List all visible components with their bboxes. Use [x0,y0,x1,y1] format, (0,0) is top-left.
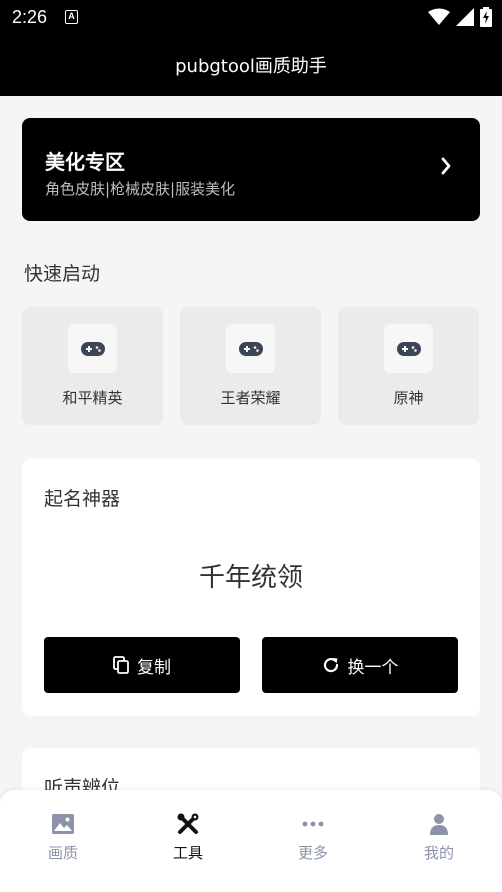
game-icon-box [384,324,433,373]
beauty-zone-card[interactable]: 美化专区 角色皮肤|枪械皮肤|服装美化 [22,118,480,221]
tab-label: 工具 [172,844,203,862]
gamepad-icon [238,341,263,356]
game-label: 和平精英 [62,389,123,407]
tab-label: 画质 [47,844,78,862]
game-tile-genshin[interactable]: 原神 [338,307,479,425]
image-icon [52,814,74,834]
game-label: 王者荣耀 [220,389,281,407]
refresh-icon [323,657,338,673]
status-bar: 2:26 A [0,0,502,34]
tab-profile[interactable]: 我的 [399,812,479,863]
name-generator-card: 起名神器 千年统领 复制 换一个 [22,459,480,716]
tab-label: 我的 [423,844,454,862]
name-generator-title: 起名神器 [44,488,121,510]
tools-icon [177,813,199,834]
bottom-tab-bar: 画质 工具 更多 我的 [0,790,502,892]
tab-more[interactable]: 更多 [273,812,353,863]
game-tile-honor-of-kings[interactable]: 王者荣耀 [180,307,321,425]
game-icon-box [68,324,117,373]
copy-icon [113,656,129,674]
game-label: 原神 [393,389,424,407]
wifi-icon [428,8,450,25]
copy-button-label: 复制 [137,657,171,678]
page-title: pubgtool画质助手 [175,56,327,77]
game-tile-peace-elite[interactable]: 和平精英 [22,307,163,425]
beauty-zone-title: 美化专区 [45,150,125,174]
gamepad-icon [396,341,421,356]
main-content[interactable]: 美化专区 角色皮肤|枪械皮肤|服装美化 快速启动 和平精英 王者荣耀 原神 起名… [0,96,502,790]
listen-position-title: 听声辨位 [44,777,121,790]
status-icons [428,7,492,27]
tab-tools[interactable]: 工具 [148,812,228,863]
listen-position-card[interactable]: 听声辨位 [22,748,480,790]
refresh-button-label: 换一个 [347,657,399,678]
app-header: pubgtool画质助手 [0,34,502,96]
quick-launch-title: 快速启动 [24,263,101,285]
notification-icon: A [65,10,78,24]
more-dots-icon [302,821,324,827]
status-time: 2:26 [12,7,48,27]
signal-icon [456,8,474,26]
user-icon [430,814,448,835]
tab-label: 更多 [297,844,328,862]
copy-button[interactable]: 复制 [44,637,240,693]
refresh-button[interactable]: 换一个 [262,637,458,693]
gamepad-icon [80,341,105,356]
game-icon-box [226,324,275,373]
battery-charging-icon [480,7,492,27]
generated-name: 千年统领 [198,563,303,593]
chevron-right-icon [441,157,451,175]
tab-image-quality[interactable]: 画质 [23,812,103,863]
beauty-zone-subtitle: 角色皮肤|枪械皮肤|服装美化 [45,180,236,198]
